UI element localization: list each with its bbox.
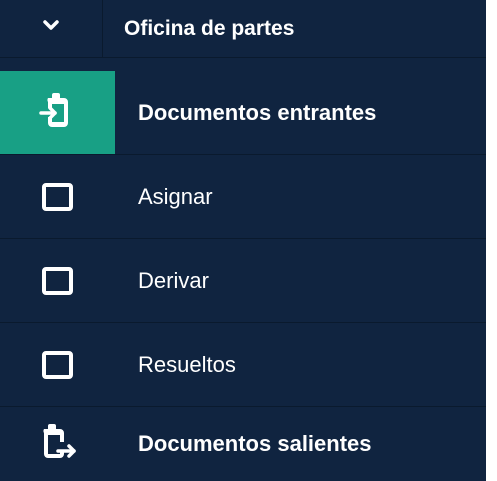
menu-item-label: Documentos entrantes bbox=[138, 99, 377, 125]
collapse-toggle[interactable] bbox=[0, 0, 103, 57]
checkbox-empty-icon bbox=[42, 266, 73, 295]
checkbox-empty-icon bbox=[42, 350, 73, 379]
menu-item-resueltos[interactable]: Resueltos bbox=[0, 323, 486, 407]
menu-item-label: Documentos salientes bbox=[138, 431, 372, 456]
checkbox-empty-icon bbox=[42, 182, 73, 211]
menu-item-label: Resueltos bbox=[138, 351, 236, 377]
menu-item-derivar[interactable]: Derivar bbox=[0, 239, 486, 323]
menu-item-label: Derivar bbox=[138, 267, 209, 293]
section-title: Oficina de partes bbox=[124, 17, 295, 40]
section-header-oficina-de-partes[interactable]: Oficina de partes bbox=[0, 0, 486, 58]
menu-item-label: Asignar bbox=[138, 183, 213, 209]
menu-item-documentos-entrantes[interactable]: Documentos entrantes bbox=[0, 71, 486, 155]
clipboard-import-icon bbox=[38, 90, 78, 135]
chevron-down-icon bbox=[43, 18, 59, 36]
active-icon-cell bbox=[0, 71, 115, 154]
sidebar-menu: Oficina de partes Documentos entrantes A… bbox=[0, 0, 486, 481]
menu-item-documentos-salientes[interactable]: Documentos salientes bbox=[0, 407, 486, 481]
clipboard-export-icon bbox=[38, 422, 78, 467]
menu-item-asignar[interactable]: Asignar bbox=[0, 155, 486, 239]
